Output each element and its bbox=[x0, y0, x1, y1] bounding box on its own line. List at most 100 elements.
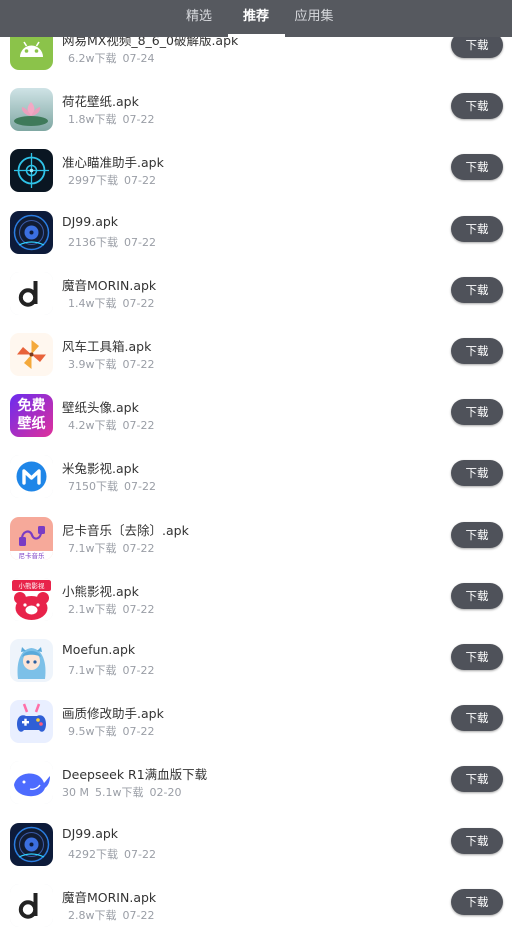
download-button[interactable]: 下载 bbox=[451, 827, 503, 854]
tab-featured[interactable]: 精选 bbox=[176, 0, 222, 34]
app-meta: 7.1w下载 07-22 bbox=[68, 662, 160, 678]
download-button[interactable]: 下载 bbox=[451, 521, 503, 548]
update-date: 07-22 bbox=[122, 113, 155, 127]
list-item[interactable]: DJ99.apk 2136下载 07-22 下载 bbox=[0, 210, 512, 275]
list-item[interactable]: 魔音MORIN.apk 2.8w下载 07-22 下载 bbox=[0, 883, 512, 948]
bear-icon: 小熊影视 bbox=[10, 577, 53, 621]
download-button[interactable]: 下载 bbox=[451, 582, 503, 609]
list-item[interactable]: 准心瞄准助手.apk 2997下载 07-22 下载 bbox=[0, 149, 512, 213]
music-note-d-icon bbox=[10, 883, 53, 927]
app-meta: 7.1w下载 07-22 bbox=[68, 540, 160, 556]
download-count: 2.8w下载 bbox=[68, 908, 117, 922]
app-name: 尼卡音乐〔去除〕.apk bbox=[62, 522, 189, 538]
update-date: 07-22 bbox=[124, 480, 156, 494]
update-date: 07-22 bbox=[122, 664, 155, 677]
app-name: 荷花壁纸.apk bbox=[62, 94, 139, 110]
app-name: 风车工具箱.apk bbox=[62, 339, 152, 354]
lotus-icon bbox=[10, 88, 53, 132]
list-item[interactable]: DJ99.apk 4292下载 07-22 下载 bbox=[0, 822, 512, 887]
icon-caption-line: 壁纸 bbox=[17, 416, 46, 433]
update-date: 07-22 bbox=[122, 358, 155, 371]
download-count: 9.5w下载 bbox=[68, 725, 117, 739]
music-note-d-icon bbox=[10, 271, 53, 315]
update-date: 07-22 bbox=[122, 908, 155, 922]
list-item[interactable]: 风车工具箱.apk 3.9w下载 07-22 下载 bbox=[0, 333, 512, 397]
update-date: 07-22 bbox=[122, 541, 155, 555]
download-count: 1.8w下载 bbox=[68, 113, 117, 127]
download-button[interactable]: 下载 bbox=[451, 705, 503, 732]
list-item[interactable]: 画质修改助手.apk 9.5w下载 07-22 下载 bbox=[0, 700, 512, 764]
active-tab-indicator bbox=[228, 34, 285, 37]
app-meta: 4.2w下载 07-22 bbox=[68, 417, 160, 433]
download-button[interactable]: 下载 bbox=[451, 399, 503, 426]
app-meta: 30 M 5.1w下载 02-20 bbox=[62, 784, 187, 800]
download-button[interactable]: 下载 bbox=[451, 888, 503, 915]
tab-app-collections[interactable]: 应用集 bbox=[289, 0, 339, 34]
vinyl-disc-icon bbox=[10, 210, 53, 254]
download-count: 2997下载 bbox=[68, 174, 118, 188]
download-button[interactable]: 下载 bbox=[451, 766, 503, 793]
update-date: 07-22 bbox=[122, 725, 155, 739]
vinyl-disc-icon bbox=[10, 822, 53, 866]
update-date: 07-24 bbox=[122, 52, 155, 65]
app-meta: 2997下载 07-22 bbox=[68, 172, 162, 188]
download-count: 2136下载 bbox=[68, 235, 118, 249]
icon-caption: 免费 壁纸 bbox=[10, 397, 53, 433]
download-button[interactable]: 下载 bbox=[451, 215, 503, 242]
list-item[interactable]: 荷花壁纸.apk 1.8w下载 07-22 下载 bbox=[0, 88, 512, 152]
music-cable-icon: 尼卡音乐 bbox=[10, 516, 53, 560]
app-meta: 6.2w下载 07-24 bbox=[68, 50, 160, 66]
update-date: 07-22 bbox=[122, 602, 155, 616]
tab-recommended[interactable]: 推荐 bbox=[232, 0, 280, 34]
app-name: Deepseek R1满血版下载 bbox=[62, 767, 208, 783]
update-date: 02-20 bbox=[149, 786, 182, 800]
download-count: 4.2w下载 bbox=[68, 419, 117, 433]
download-button[interactable]: 下载 bbox=[451, 644, 503, 670]
app-name: DJ99.apk bbox=[62, 213, 119, 229]
list-item[interactable]: 尼卡音乐 尼卡音乐〔去除〕.apk 7.1w下载 07-22 下载 bbox=[0, 516, 512, 581]
m-logo-icon bbox=[10, 455, 53, 499]
download-button[interactable]: 下载 bbox=[451, 276, 503, 303]
gamepad-icon bbox=[10, 700, 53, 744]
app-meta: 9.5w下载 07-22 bbox=[68, 723, 160, 739]
list-item[interactable]: 米兔影视.apk 7150下载 07-22 下载 bbox=[0, 455, 512, 519]
list-item[interactable]: 小熊影视 小熊影视.apk 2.1w下载 07-22 下载 bbox=[0, 577, 512, 642]
download-button[interactable]: 下载 bbox=[451, 93, 503, 120]
download-count: 4292下载 bbox=[68, 847, 118, 861]
list-item[interactable]: 网易MX视频_8_6_0破解版.apk 6.2w下载 07-24 下载 bbox=[0, 27, 512, 91]
download-button[interactable]: 下载 bbox=[451, 154, 503, 181]
app-meta: 2.1w下载 07-22 bbox=[68, 601, 160, 617]
download-count: 7.1w下载 bbox=[68, 664, 117, 677]
update-date: 07-22 bbox=[122, 419, 155, 433]
download-count: 1.4w下载 bbox=[68, 296, 117, 310]
update-date: 07-22 bbox=[124, 847, 156, 861]
list-item[interactable]: 魔音MORIN.apk 1.4w下载 07-22 下载 bbox=[0, 271, 512, 336]
download-count: 6.2w下载 bbox=[68, 52, 117, 65]
download-count: 7150下载 bbox=[68, 480, 118, 494]
app-meta: 2.8w下载 07-22 bbox=[68, 907, 160, 923]
anime-girl-icon bbox=[10, 639, 53, 682]
app-name: 画质修改助手.apk bbox=[62, 706, 164, 722]
free-wallpaper-icon: 免费 壁纸 bbox=[10, 394, 53, 438]
app-meta: 7150下载 07-22 bbox=[68, 478, 162, 494]
whale-icon bbox=[10, 761, 53, 805]
app-meta: 3.9w下载 07-22 bbox=[68, 356, 160, 372]
app-name: 魔音MORIN.apk bbox=[62, 889, 157, 905]
app-meta: 4292下载 07-22 bbox=[68, 846, 162, 862]
list-item[interactable]: Moefun.apk 7.1w下载 07-22 下载 bbox=[0, 639, 512, 703]
app-name: 壁纸头像.apk bbox=[62, 400, 139, 416]
top-tab-bar: 精选 推荐 应用集 bbox=[0, 0, 512, 37]
download-count: 7.1w下载 bbox=[68, 541, 117, 555]
list-item[interactable]: Deepseek R1满血版下载 30 M 5.1w下载 02-20 下载 bbox=[0, 761, 512, 825]
icon-caption-line: 免费 bbox=[17, 398, 46, 415]
app-name: Moefun.apk bbox=[62, 642, 136, 657]
icon-caption: 小熊影视 bbox=[18, 581, 45, 590]
app-name: 小熊影视.apk bbox=[62, 583, 139, 599]
download-count: 3.9w下载 bbox=[68, 358, 117, 371]
app-name: 米兔影视.apk bbox=[62, 461, 139, 477]
list-item[interactable]: 免费 壁纸 壁纸头像.apk 4.2w下载 07-22 下载 bbox=[0, 394, 512, 458]
app-size: 30 M bbox=[62, 786, 89, 800]
icon-caption: 尼卡音乐 bbox=[18, 551, 45, 560]
download-button[interactable]: 下载 bbox=[451, 338, 503, 364]
download-button[interactable]: 下载 bbox=[451, 460, 503, 487]
